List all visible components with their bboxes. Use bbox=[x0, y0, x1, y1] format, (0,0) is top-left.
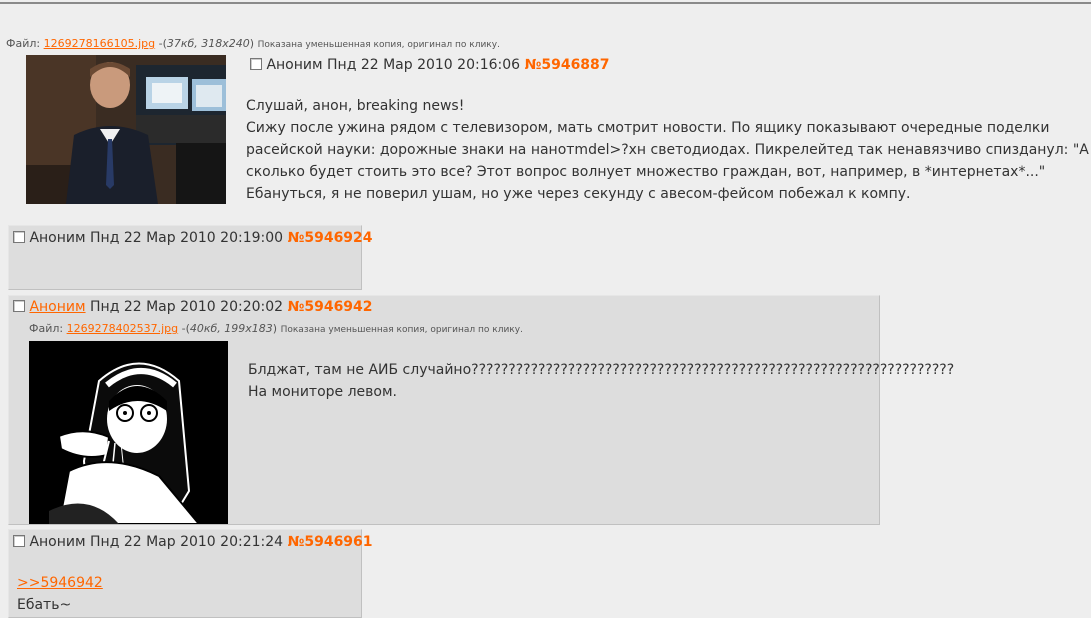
thread-separator bbox=[0, 2, 1091, 4]
message-line: расейской науки: дорожные знаки на нанот… bbox=[246, 142, 1089, 158]
file-label: Файл: bbox=[6, 37, 41, 50]
reply1-post-number[interactable]: №5946924 bbox=[288, 230, 373, 246]
op-message: Слушай, анон, breaking news! Сижу после … bbox=[246, 95, 1089, 205]
post-author: Аноним bbox=[29, 534, 86, 550]
op-select-checkbox[interactable] bbox=[250, 58, 262, 70]
reply2-post-number[interactable]: №5946942 bbox=[288, 299, 373, 315]
post-date: Пнд 22 Мар 2010 20:20:02 bbox=[90, 299, 284, 315]
reply1-select-checkbox[interactable] bbox=[13, 231, 25, 243]
message-line: Сижу после ужина рядом с телевизором, ма… bbox=[246, 120, 1050, 136]
post-date: Пнд 22 Мар 2010 20:21:24 bbox=[90, 534, 284, 550]
message-line: Ебать~ bbox=[17, 597, 72, 613]
op-file-link[interactable]: 1269278166105.jpg bbox=[44, 37, 156, 50]
reply3-select-checkbox[interactable] bbox=[13, 535, 25, 547]
message-line: Слушай, анон, breaking news! bbox=[246, 98, 465, 114]
post-date: Пнд 22 Мар 2010 20:19:00 bbox=[90, 230, 284, 246]
message-line: Блджат, там не АИБ случайно?????????????… bbox=[248, 362, 955, 378]
file-meta-suffix: ) bbox=[249, 37, 255, 50]
reply3-header: Аноним Пнд 22 Мар 2010 20:21:24 №5946961 bbox=[13, 534, 373, 550]
post-author: Аноним bbox=[266, 57, 323, 73]
op-post-number[interactable]: №5946887 bbox=[525, 57, 610, 73]
message-line: сколько будет стоить это все? Этот вопро… bbox=[246, 164, 1046, 180]
reply3-message: >>5946942 Ебать~ bbox=[17, 572, 103, 616]
reply2-file-link[interactable]: 1269278402537.jpg bbox=[67, 322, 179, 335]
reply2-thumbnail[interactable] bbox=[29, 341, 228, 524]
post-date: Пнд 22 Мар 2010 20:16:06 bbox=[327, 57, 521, 73]
file-meta-suffix: ) bbox=[272, 322, 278, 335]
message-line: Ебануться, я не поверил ушам, но уже чер… bbox=[246, 186, 911, 202]
quote-link[interactable]: >>5946942 bbox=[17, 575, 103, 591]
file-label: Файл: bbox=[29, 322, 64, 335]
reply2-author-link[interactable]: Аноним bbox=[29, 299, 85, 315]
file-meta-prefix: -( bbox=[178, 322, 190, 335]
reply2-select-checkbox[interactable] bbox=[13, 300, 25, 312]
message-line: На мониторе левом. bbox=[248, 384, 397, 400]
op-file-info: Файл: 1269278166105.jpg -(37кб, 318x240)… bbox=[6, 37, 500, 50]
reply1-header: Аноним Пнд 22 Мар 2010 20:19:00 №5946924 bbox=[13, 230, 373, 246]
op-post-header: Аноним Пнд 22 Мар 2010 20:16:06 №5946887 bbox=[250, 57, 610, 73]
file-meta: 37кб, 318x240 bbox=[166, 37, 250, 50]
file-meta: 40кб, 199x183 bbox=[189, 322, 273, 335]
file-note: Показана уменьшенная копия, оригинал по … bbox=[280, 325, 523, 335]
reply2-message: Блджат, там не АИБ случайно?????????????… bbox=[248, 359, 954, 403]
op-thumbnail[interactable] bbox=[26, 55, 226, 204]
file-note: Показана уменьшенная копия, оригинал по … bbox=[257, 40, 500, 50]
reply3-post-number[interactable]: №5946961 bbox=[288, 534, 373, 550]
file-meta-prefix: -( bbox=[155, 37, 167, 50]
reply2-header: Аноним Пнд 22 Мар 2010 20:20:02 №5946942 bbox=[13, 299, 373, 315]
post-author: Аноним bbox=[29, 230, 86, 246]
reply2-file-info: Файл: 1269278402537.jpg -(40кб, 199x183)… bbox=[29, 322, 523, 335]
